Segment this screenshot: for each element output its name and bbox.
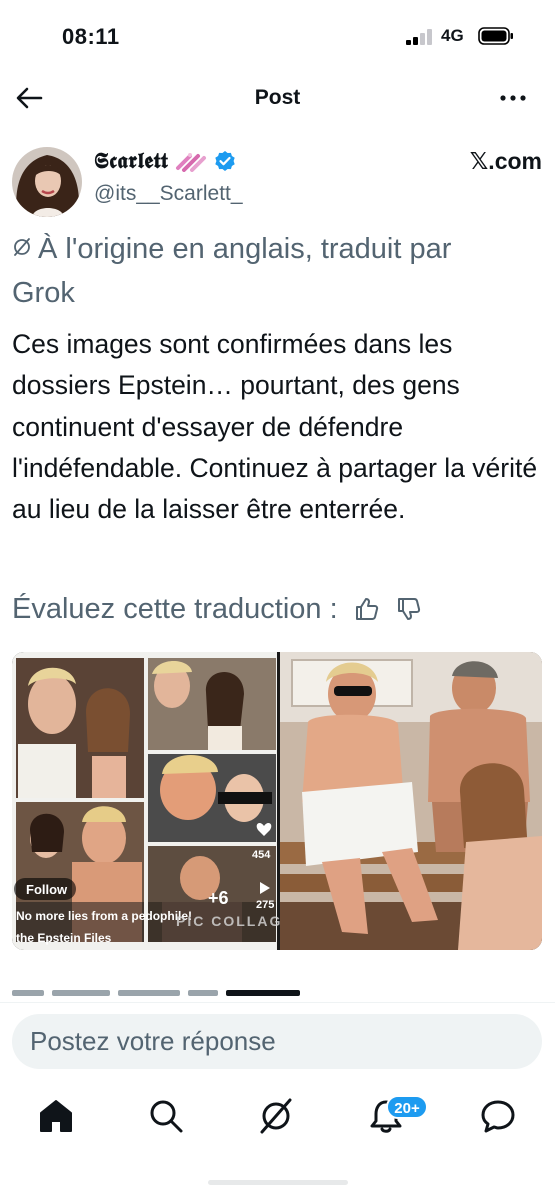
- notifications-badge: 20+: [386, 1095, 428, 1119]
- collage-caption: No more lies from a pedophile!: [16, 909, 192, 923]
- display-name-text: 𝕾𝖈𝖆𝖗𝖑𝖊𝖙𝖙: [94, 148, 169, 174]
- thumbs-down-icon[interactable]: [396, 596, 422, 622]
- home-icon[interactable]: [36, 1096, 76, 1136]
- rate-translation: Évaluez cette traduction :: [12, 586, 547, 632]
- like-count: 454: [252, 849, 271, 861]
- messages-icon[interactable]: [478, 1096, 518, 1136]
- watermark: PIC COLLAGE: [176, 913, 294, 929]
- more-photos-count: +6: [208, 888, 229, 908]
- network-type: 4G: [441, 26, 464, 45]
- post-author: 𝕾𝖈𝖆𝖗𝖑𝖊𝖙𝖙 @its__Scarlett_ 𝕏.com: [12, 144, 542, 220]
- verified-badge-icon: [215, 151, 235, 171]
- home-indicator: [208, 1180, 348, 1185]
- post-header: Post: [0, 72, 555, 124]
- signal-icon: [406, 29, 432, 45]
- battery-icon: [478, 27, 513, 45]
- rate-translation-label: Évaluez cette traduction :: [12, 592, 338, 625]
- display-name[interactable]: 𝕾𝖈𝖆𝖗𝖑𝖊𝖙𝖙: [94, 148, 236, 174]
- grok-icon: [14, 238, 30, 256]
- translation-note-text: À l'origine en anglais, traduit par Grok: [12, 233, 452, 309]
- page-title: Post: [254, 86, 301, 109]
- more-options-icon[interactable]: [496, 86, 530, 110]
- reply-input[interactable]: Postez votre réponse: [12, 1014, 542, 1069]
- status-time: 08:11: [62, 24, 120, 49]
- post-text: Ces images sont confirmées dans les doss…: [12, 329, 538, 525]
- timestamp-strip: [12, 990, 532, 1002]
- author-handle[interactable]: @its__Scarlett_: [94, 182, 243, 206]
- media-collage: 454 275 Follow No more lies from a pedop…: [12, 652, 542, 950]
- reply-bar: Postez votre réponse: [0, 1002, 555, 1076]
- post-media[interactable]: 454 275 Follow No more lies from a pedop…: [12, 652, 542, 950]
- share-count: 275: [256, 899, 274, 911]
- search-icon[interactable]: [146, 1096, 186, 1136]
- source-label: 𝕏.com: [469, 148, 542, 174]
- grok-icon[interactable]: [256, 1096, 296, 1136]
- status-bar: 08:11 4G: [0, 0, 555, 70]
- follow-caption: Follow: [26, 882, 68, 897]
- thumbs-up-icon[interactable]: [354, 596, 380, 622]
- avatar[interactable]: [12, 147, 82, 217]
- translation-note: À l'origine en anglais, traduit par Grok: [12, 228, 512, 315]
- collage-source-caption: the Epstein Files: [16, 931, 112, 945]
- nail-polish-icon: [176, 153, 207, 172]
